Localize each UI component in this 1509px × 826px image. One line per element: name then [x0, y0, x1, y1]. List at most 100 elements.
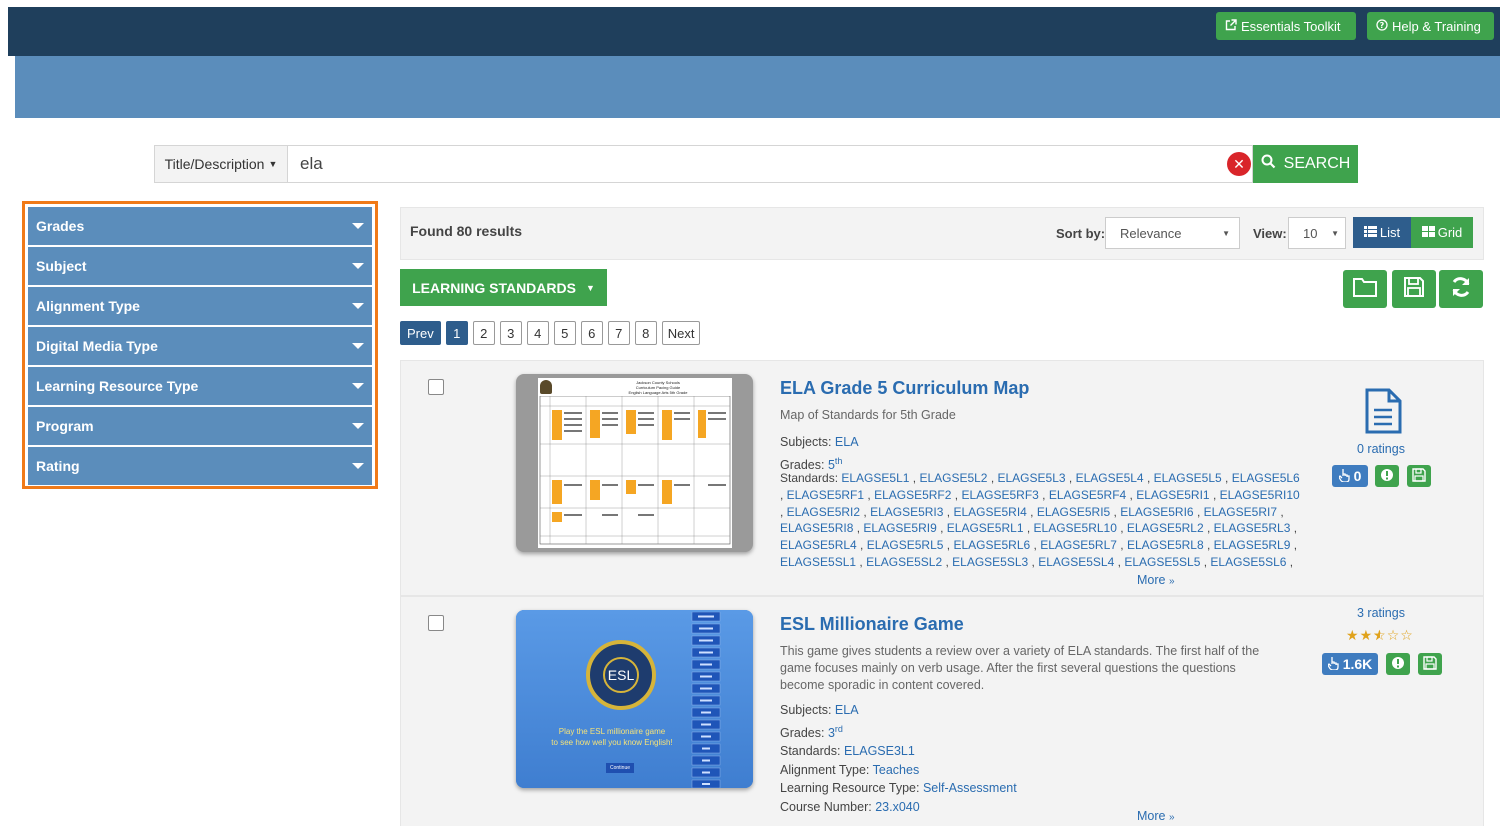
standard-link[interactable]: ELAGSE5RI6 [1120, 505, 1193, 519]
resource-description: Map of Standards for 5th Grade [780, 408, 956, 422]
standard-link[interactable]: ELAGSE5RF2 [874, 488, 951, 502]
prev-page-button[interactable]: Prev [400, 321, 441, 345]
search-input[interactable] [288, 145, 1253, 183]
save-button[interactable] [1392, 270, 1436, 308]
more-link[interactable]: More » [1137, 573, 1175, 587]
star-half-icon: ☆★ [1373, 627, 1387, 643]
grid-view-button[interactable]: Grid [1411, 217, 1473, 248]
resource-title-link[interactable]: ELA Grade 5 Curriculum Map [780, 378, 1029, 399]
standard-link[interactable]: ELAGSE5RI4 [953, 505, 1026, 519]
course-number-link[interactable]: 23.x040 [875, 800, 919, 814]
standard-link[interactable]: ELAGSE5L3 [998, 471, 1066, 485]
standard-link[interactable]: ELAGSE5RL3 [1214, 521, 1291, 535]
standard-link[interactable]: ELAGSE5RL7 [1040, 538, 1117, 552]
filter-program[interactable]: Program [28, 407, 372, 445]
standard-link[interactable]: ELAGSE5L4 [1076, 471, 1144, 485]
standard-link[interactable]: ELAGSE5SL4 [1038, 555, 1114, 569]
save-resource-button[interactable] [1418, 653, 1442, 675]
standard-link[interactable]: ELAGSE5L6 [1232, 471, 1300, 485]
standard-link[interactable]: ELAGSE5RI5 [1037, 505, 1110, 519]
standard-link[interactable]: ELAGSE5RF4 [1049, 488, 1126, 502]
sort-select[interactable]: Relevance ▼ [1105, 217, 1240, 249]
subject-link[interactable]: ELA [835, 703, 859, 717]
help-training-button[interactable]: ? Help & Training [1367, 12, 1494, 40]
standard-link[interactable]: ELAGSE5SL3 [952, 555, 1028, 569]
page-7-button[interactable]: 7 [607, 321, 630, 345]
hand-pointer-icon [1337, 468, 1351, 485]
next-page-button[interactable]: Next [661, 321, 701, 345]
resource-thumbnail[interactable]: Jackson County Schools Curriculum Pacing… [516, 374, 753, 552]
standard-link[interactable]: ELAGSE5RI2 [787, 505, 860, 519]
subject-link[interactable]: ELA [835, 435, 859, 449]
page-4-button[interactable]: 4 [526, 321, 549, 345]
view-label: View: [1253, 226, 1287, 241]
report-button[interactable] [1386, 653, 1410, 675]
page-6-button[interactable]: 6 [580, 321, 603, 345]
standard-link[interactable]: ELAGSE5SL6 [1210, 555, 1286, 569]
more-link[interactable]: More » [1137, 809, 1175, 823]
star-rating[interactable]: ★★☆★☆☆ [1346, 627, 1414, 644]
standard-link[interactable]: ELAGSE5L1 [841, 471, 909, 485]
standard-link[interactable]: ELAGSE5RI9 [863, 521, 936, 535]
filter-subject[interactable]: Subject [28, 247, 372, 285]
standard-link[interactable]: ELAGSE5RL9 [1214, 538, 1291, 552]
learning-standards-button[interactable]: LEARNING STANDARDS ▼ [400, 269, 607, 306]
resource-thumbnail[interactable]: ESL Play the ESL millionaire game to see… [516, 610, 753, 788]
page-3-button[interactable]: 3 [499, 321, 522, 345]
report-button[interactable] [1375, 465, 1399, 487]
page-8-button[interactable]: 8 [634, 321, 657, 345]
grade-link[interactable]: 3rd [828, 724, 843, 740]
list-view-button[interactable]: List [1353, 217, 1411, 248]
ratings-count[interactable]: 3 ratings [1357, 606, 1405, 620]
standard-link[interactable]: ELAGSE5RI3 [870, 505, 943, 519]
standard-link[interactable]: ELAGSE5RI10 [1220, 488, 1300, 502]
star-half-fill: ★ [1373, 627, 1380, 644]
filter-learning-resource-type[interactable]: Learning Resource Type [28, 367, 372, 405]
standard-link[interactable]: ELAGSE5RL1 [947, 521, 1024, 535]
view-count-select[interactable]: 10 ▼ [1288, 217, 1346, 249]
standard-link[interactable]: ELAGSE5RI7 [1204, 505, 1277, 519]
page-1-button[interactable]: 1 [445, 321, 468, 345]
results-count: Found 80 results [410, 223, 523, 239]
filter-digital-media-type[interactable]: Digital Media Type [28, 327, 372, 365]
thumbnail-header-line: English Language Arts 5th Grade [628, 390, 688, 395]
standard-link[interactable]: ELAGSE5RL8 [1127, 538, 1204, 552]
save-resource-button[interactable] [1407, 465, 1431, 487]
search-field-dropdown[interactable]: Title/Description ▼ [154, 145, 288, 183]
page-5-button[interactable]: 5 [553, 321, 576, 345]
search-button[interactable]: SEARCH [1253, 145, 1358, 183]
standard-link[interactable]: ELAGSE5RL6 [953, 538, 1030, 552]
views-badge[interactable]: 1.6K [1322, 653, 1378, 675]
page-2-button[interactable]: 2 [472, 321, 495, 345]
standard-link[interactable]: ELAGSE5RL2 [1127, 521, 1204, 535]
view-count-value: 10 [1303, 225, 1318, 241]
standard-link[interactable]: ELAGSE5L2 [919, 471, 987, 485]
resource-title-link[interactable]: ESL Millionaire Game [780, 614, 964, 635]
resource-type-link[interactable]: Self-Assessment [923, 781, 1017, 795]
standard-link[interactable]: ELAGSE5RL4 [780, 538, 857, 552]
standard-link[interactable]: ELAGSE3L1 [844, 744, 915, 758]
standard-link[interactable]: ELAGSE5L5 [1154, 471, 1222, 485]
essentials-toolkit-button[interactable]: Essentials Toolkit [1216, 12, 1356, 40]
standard-link[interactable]: ELAGSE5SL2 [866, 555, 942, 569]
alignment-link[interactable]: Teaches [873, 763, 920, 777]
views-badge[interactable]: 0 [1332, 465, 1368, 487]
folder-button[interactable] [1343, 270, 1387, 308]
select-checkbox[interactable] [428, 615, 444, 631]
standard-link[interactable]: ELAGSE5SL5 [1124, 555, 1200, 569]
standard-link[interactable]: ELAGSE5RL10 [1034, 521, 1117, 535]
clear-search-icon[interactable]: ✕ [1227, 152, 1251, 176]
filter-alignment-type[interactable]: Alignment Type [28, 287, 372, 325]
select-checkbox[interactable] [428, 379, 444, 395]
standard-link[interactable]: ELAGSE5SL1 [780, 555, 856, 569]
refresh-button[interactable] [1439, 270, 1483, 308]
ratings-count[interactable]: 0 ratings [1357, 442, 1405, 456]
standard-link[interactable]: ELAGSE5RF1 [787, 488, 864, 502]
standard-link[interactable]: ELAGSE5RL5 [867, 538, 944, 552]
standard-link[interactable]: ELAGSE5RI1 [1136, 488, 1209, 502]
standard-link[interactable]: ELAGSE5RI8 [780, 521, 853, 535]
filter-grades[interactable]: Grades [28, 207, 372, 245]
grid-icon [1421, 225, 1435, 240]
filter-rating[interactable]: Rating [28, 447, 372, 485]
standard-link[interactable]: ELAGSE5RF3 [961, 488, 1038, 502]
